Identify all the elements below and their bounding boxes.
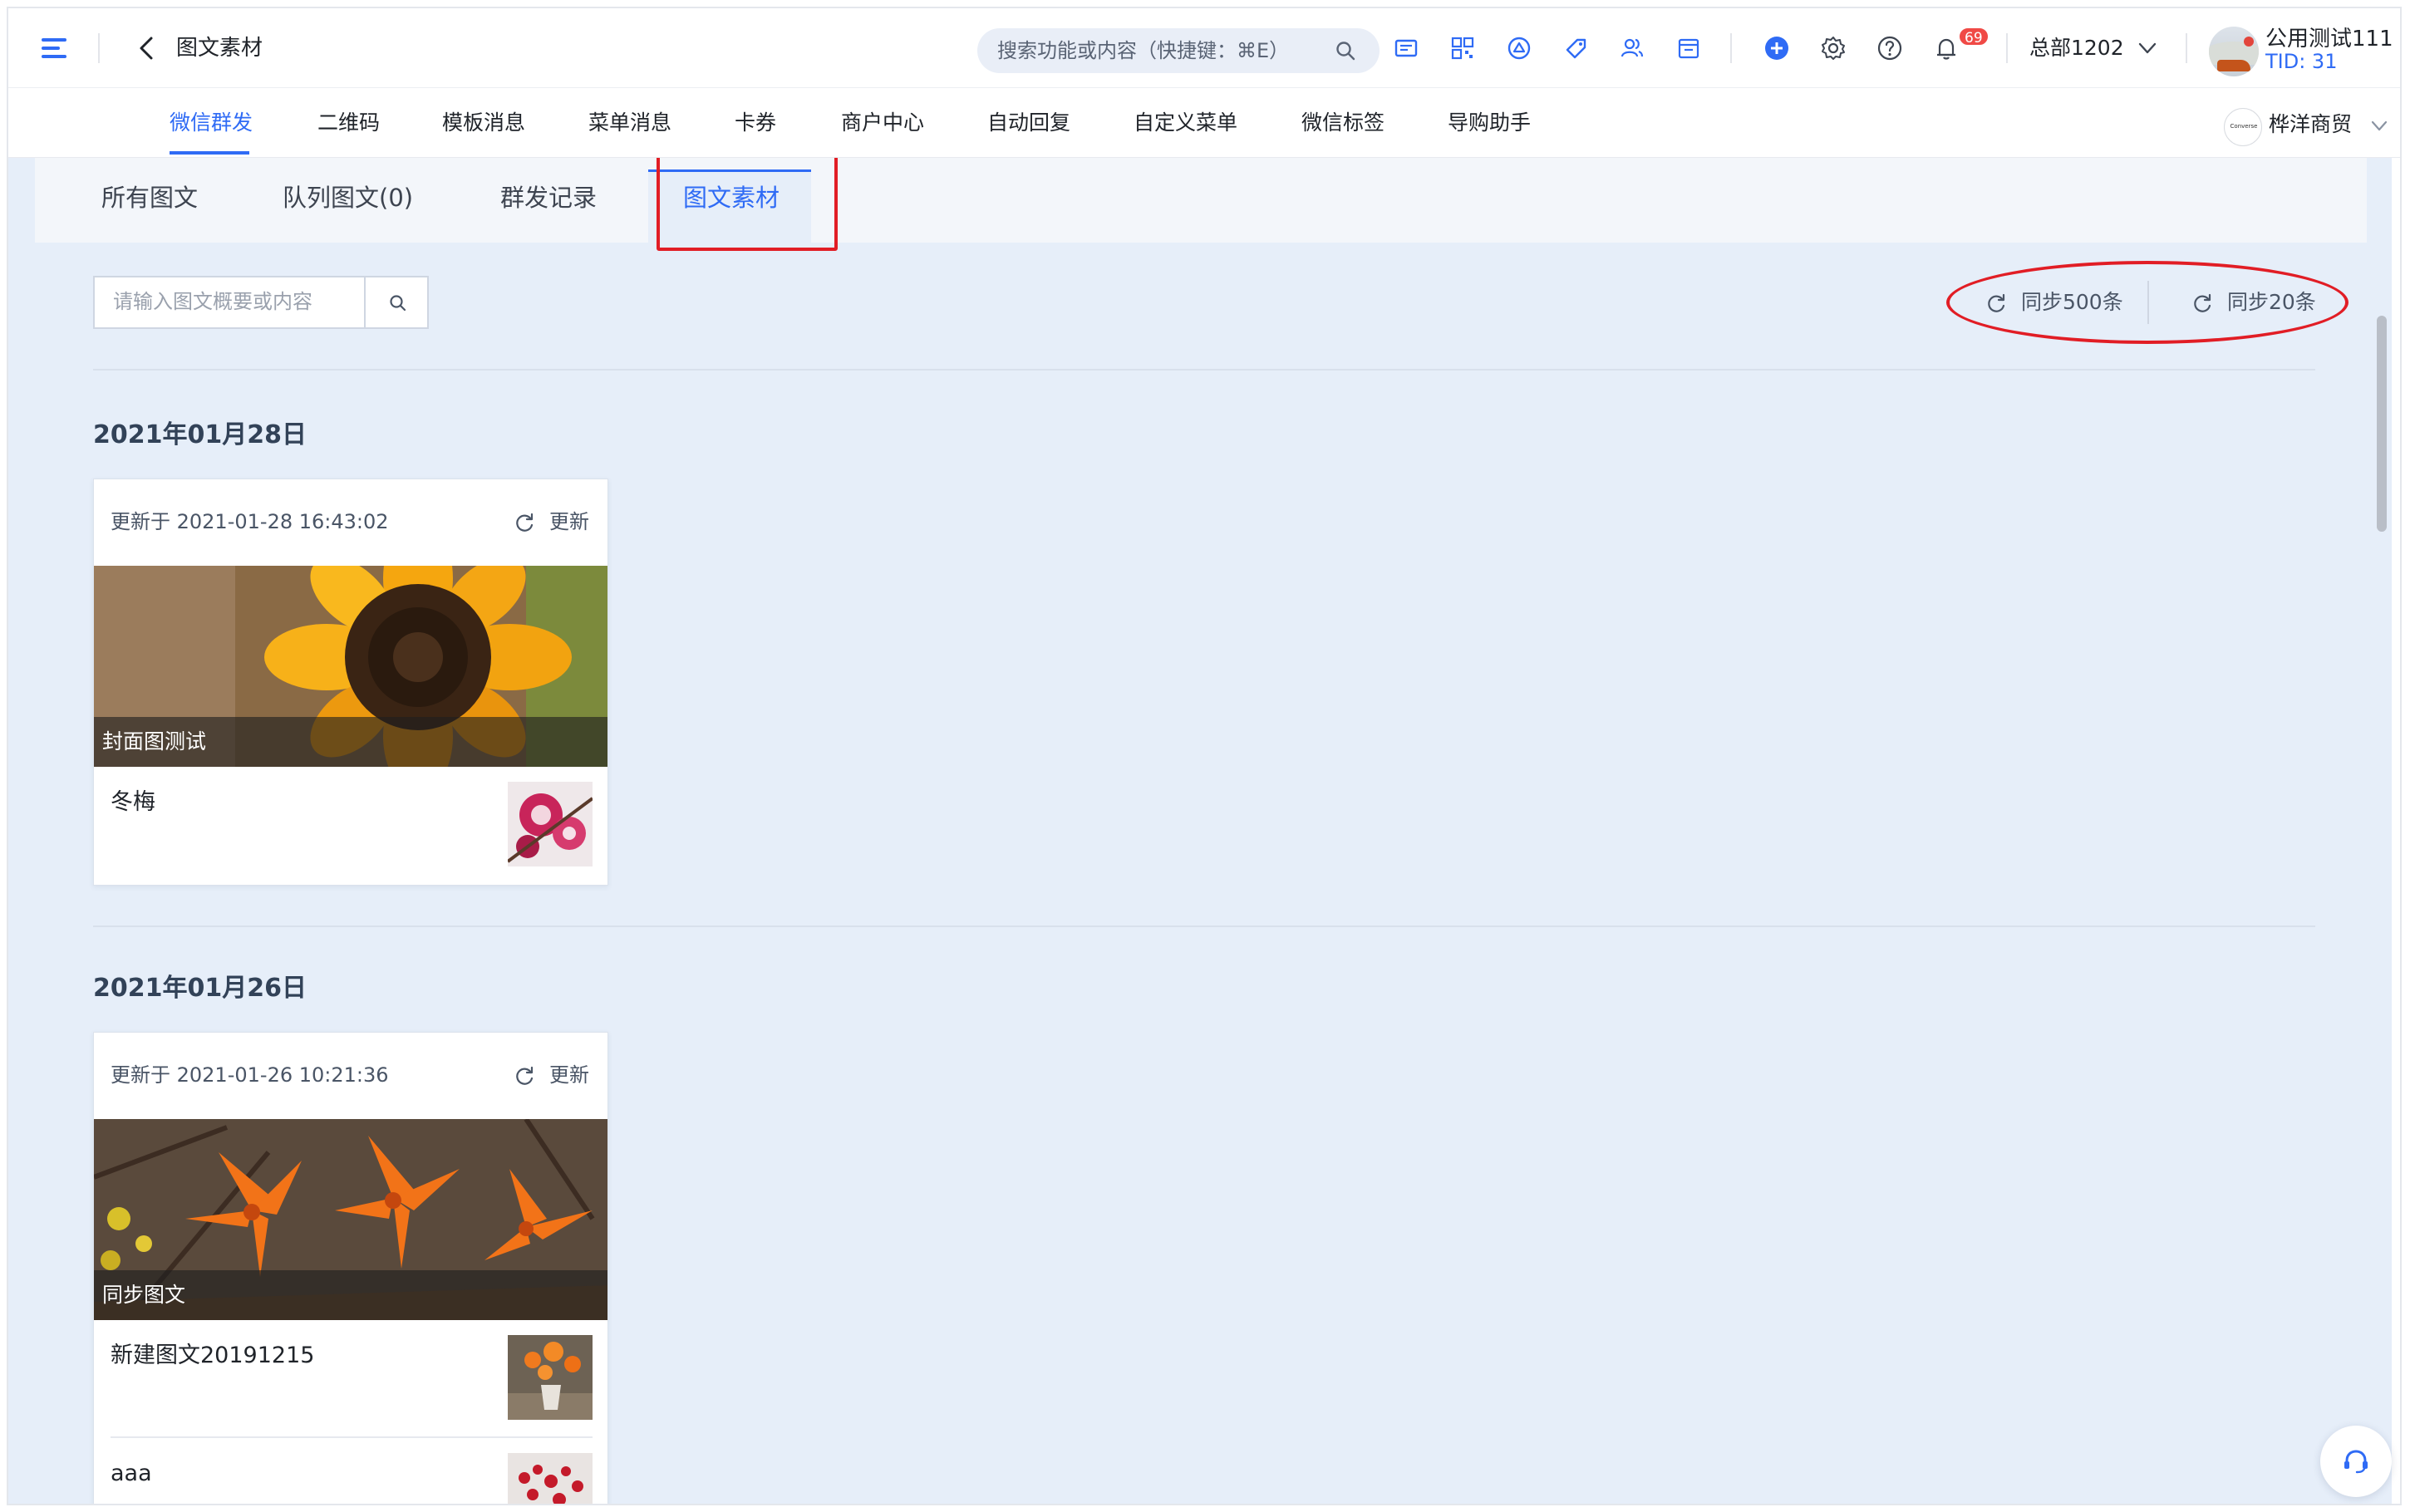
header-divider [2186,33,2187,63]
search-icon [1336,42,1355,61]
card-update-button[interactable]: 更新 [513,1061,596,1089]
app-window: 图文素材 搜索功能或内容（快捷键：⌘E） 69 总部1202 公用测试111 T… [7,7,2402,1505]
menu-toggle-icon[interactable] [42,37,68,60]
customer-service-button[interactable] [2320,1426,2392,1497]
users-icon[interactable] [1617,33,1647,63]
card-updated-time: 更新于 2021-01-28 16:43:02 [111,510,389,533]
article-card: 更新于 2021-01-28 16:43:02 更新 封面图测试 冬梅 [93,479,608,886]
vertical-scrollbar[interactable] [2377,316,2387,532]
chevron-down-icon[interactable] [2136,37,2159,63]
add-icon[interactable] [1762,33,1792,63]
red-berries-thumbnail [508,1453,593,1504]
content-area: 所有图文 队列图文(0) 群发记录 图文素材 同步500条 同步20条 2021… [8,158,2392,1504]
tab-article-materials[interactable]: 图文素材 [683,183,780,213]
sync-500-label: 同步500条 [2021,290,2123,314]
global-search[interactable]: 搜索功能或内容（快捷键：⌘E） [977,28,1380,73]
cover-caption: 封面图测试 [94,717,607,767]
notification-badge: 69 [1958,27,1989,47]
plum-blossom-thumbnail [508,782,593,866]
article-title: aaa [111,1460,152,1486]
cover-title: 封面图测试 [102,729,207,754]
flower-vase-thumbnail [508,1335,593,1420]
header-divider [1730,33,1732,63]
list-item[interactable]: 冬梅 [94,767,607,883]
cover-title: 同步图文 [102,1283,186,1307]
settings-icon[interactable] [1818,33,1848,63]
shop-logo[interactable]: Converse [2224,108,2262,146]
user-name: 公用测试111 [2265,27,2393,52]
list-item[interactable]: aaa [94,1438,607,1504]
nav-item-custom-menu[interactable]: 自定义菜单 [1134,110,1237,136]
list-item[interactable]: 新建图文20191215 [94,1320,607,1436]
tab-queue-articles[interactable]: 队列图文(0) [283,183,413,213]
article-cover[interactable]: 封面图测试 [94,566,607,767]
nav-item-auto-reply[interactable]: 自动回复 [987,110,1070,136]
nav-item-template-message[interactable]: 模板消息 [442,110,525,136]
global-search-placeholder: 搜索功能或内容（快捷键：⌘E） [997,39,1290,62]
refresh-icon [516,1066,534,1085]
card-updated-time: 更新于 2021-01-26 10:21:36 [111,1063,389,1087]
date-heading: 2021年01月26日 [93,974,307,1003]
org-switcher[interactable]: 总部1202 [2029,35,2124,61]
tag-icon[interactable] [1561,33,1591,63]
headset-icon [2344,1450,2368,1474]
nav-item-wechat-broadcast[interactable]: 微信群发 [170,110,253,136]
article-card: 更新于 2021-01-26 10:21:36 更新 同步图文 新建图文2019… [93,1032,608,1504]
message-icon[interactable] [1391,33,1421,63]
top-header: 图文素材 搜索功能或内容（快捷键：⌘E） 69 总部1202 公用测试111 T… [8,8,2400,88]
section-divider [93,369,2315,371]
material-tabs: 所有图文 队列图文(0) 群发记录 图文素材 [35,158,2367,251]
card-update-label: 更新 [549,510,589,533]
tab-all-articles[interactable]: 所有图文 [101,183,198,213]
article-title: 新建图文20191215 [111,1343,315,1368]
nav-item-menu-message[interactable]: 菜单消息 [588,110,671,136]
qrcode-icon[interactable] [1448,33,1478,63]
shop-logo-text: Converse [2230,123,2258,130]
material-search-input[interactable] [95,277,364,327]
chevron-down-icon[interactable] [2368,115,2390,140]
back-arrow-icon[interactable] [133,33,163,63]
nav-item-shopping-guide[interactable]: 导购助手 [1448,110,1531,136]
header-divider [98,33,100,63]
refresh-icon [516,513,534,532]
page-title: 图文素材 [176,36,263,61]
card-update-button[interactable]: 更新 [513,508,596,536]
nav-item-wechat-tags[interactable]: 微信标签 [1301,110,1385,136]
module-nav: 微信群发 二维码 模板消息 菜单消息 卡券 商户中心 自动回复 自定义菜单 微信… [8,88,2400,158]
section-divider [93,925,2315,927]
shop-switcher[interactable]: 桦洋商贸 [2269,111,2352,138]
article-title: 冬梅 [111,789,155,815]
header-divider [2006,33,2008,63]
sync-20-label: 同步20条 [2227,290,2316,314]
cover-caption: 同步图文 [94,1270,607,1320]
avatar[interactable] [2209,27,2259,76]
bell-icon[interactable] [1931,33,1961,63]
wechat-icon[interactable] [1504,33,1534,63]
date-heading: 2021年01月28日 [93,420,307,449]
card-update-label: 更新 [549,1063,589,1087]
calendar-icon[interactable] [1674,33,1704,63]
sync-divider [2147,281,2149,324]
nav-item-coupon[interactable]: 卡券 [735,110,776,136]
tab-broadcast-records[interactable]: 群发记录 [500,183,597,213]
tenant-id: TID: 31 [2265,50,2338,73]
material-search-field[interactable] [93,276,364,329]
article-cover[interactable]: 同步图文 [94,1119,607,1320]
search-icon [390,295,406,312]
refresh-icon [2194,293,2211,312]
active-nav-underline [170,151,249,155]
material-search-button[interactable] [364,276,429,329]
refresh-icon [1988,293,2005,312]
help-icon[interactable] [1875,33,1905,63]
nav-item-qrcode[interactable]: 二维码 [317,110,380,136]
nav-item-merchant-center[interactable]: 商户中心 [841,110,924,136]
